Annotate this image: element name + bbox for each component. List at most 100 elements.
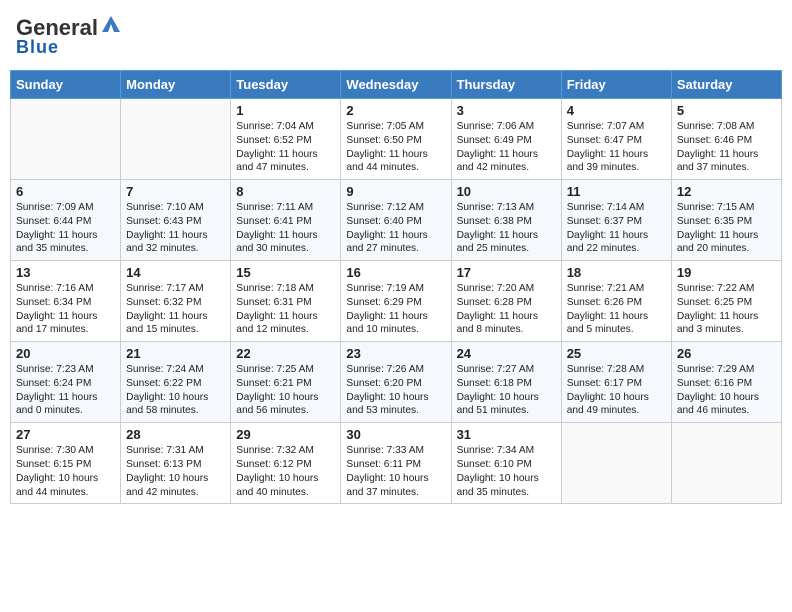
day-number: 10 (457, 184, 556, 199)
day-number: 15 (236, 265, 335, 280)
calendar-cell: 14 Sunrise: 7:17 AMSunset: 6:32 PMDayligh… (121, 261, 231, 342)
day-number: 20 (16, 346, 115, 361)
logo: General Blue (16, 14, 122, 58)
day-number: 12 (677, 184, 776, 199)
day-header-thursday: Thursday (451, 71, 561, 99)
calendar-cell: 31 Sunrise: 7:34 AMSunset: 6:10 PMDayligh… (451, 423, 561, 504)
day-details: Sunrise: 7:08 AMSunset: 6:46 PMDaylight:… (677, 120, 776, 175)
calendar-cell: 2 Sunrise: 7:05 AMSunset: 6:50 PMDaylight… (341, 99, 451, 180)
calendar-cell: 15 Sunrise: 7:18 AMSunset: 6:31 PMDayligh… (231, 261, 341, 342)
day-number: 30 (346, 427, 445, 442)
day-header-tuesday: Tuesday (231, 71, 341, 99)
calendar-cell: 22Sunrise: 7:25 AMSunset: 6:21 PMDayligh… (231, 342, 341, 423)
day-details: Sunrise: 7:22 AMSunset: 6:25 PMDaylight:… (677, 282, 776, 337)
calendar-cell: 29 Sunrise: 7:32 AMSunset: 6:12 PMDayligh… (231, 423, 341, 504)
calendar-cell: 4 Sunrise: 7:07 AMSunset: 6:47 PMDaylight… (561, 99, 671, 180)
day-details: Sunrise: 7:05 AMSunset: 6:50 PMDaylight:… (346, 120, 445, 175)
day-details: Sunrise: 7:18 AMSunset: 6:31 PMDaylight:… (236, 282, 335, 337)
day-number: 25 (567, 346, 666, 361)
day-number: 17 (457, 265, 556, 280)
calendar-cell: 28 Sunrise: 7:31 AMSunset: 6:13 PMDayligh… (121, 423, 231, 504)
day-number: 3 (457, 103, 556, 118)
day-number: 19 (677, 265, 776, 280)
day-details: Sunrise: 7:17 AMSunset: 6:32 PMDaylight:… (126, 282, 225, 337)
calendar-cell: 24 Sunrise: 7:27 AMSunset: 6:18 PMDayligh… (451, 342, 561, 423)
calendar-cell (671, 423, 781, 504)
day-details: Sunrise: 7:31 AMSunset: 6:13 PMDaylight:… (126, 444, 225, 499)
day-number: 24 (457, 346, 556, 361)
calendar-cell: 8 Sunrise: 7:11 AMSunset: 6:41 PMDaylight… (231, 180, 341, 261)
day-number: 11 (567, 184, 666, 199)
day-details: Sunrise: 7:09 AMSunset: 6:44 PMDaylight:… (16, 201, 115, 256)
calendar-cell: 1 Sunrise: 7:04 AMSunset: 6:52 PMDaylight… (231, 99, 341, 180)
day-header-friday: Friday (561, 71, 671, 99)
day-number: 14 (126, 265, 225, 280)
day-header-wednesday: Wednesday (341, 71, 451, 99)
day-number: 9 (346, 184, 445, 199)
day-details: Sunrise: 7:11 AMSunset: 6:41 PMDaylight:… (236, 201, 335, 256)
calendar-cell: 13Sunrise: 7:16 AMSunset: 6:34 PMDayligh… (11, 261, 121, 342)
page-header: General Blue (10, 10, 782, 62)
calendar-cell: 5 Sunrise: 7:08 AMSunset: 6:46 PMDaylight… (671, 99, 781, 180)
day-details: Sunrise: 7:19 AMSunset: 6:29 PMDaylight:… (346, 282, 445, 337)
calendar-table: SundayMondayTuesdayWednesdayThursdayFrid… (10, 70, 782, 504)
day-details: Sunrise: 7:34 AMSunset: 6:10 PMDaylight:… (457, 444, 556, 499)
day-number: 16 (346, 265, 445, 280)
day-details: Sunrise: 7:30 AMSunset: 6:15 PMDaylight:… (16, 444, 115, 499)
day-header-monday: Monday (121, 71, 231, 99)
day-number: 31 (457, 427, 556, 442)
day-number: 8 (236, 184, 335, 199)
calendar-cell: 30 Sunrise: 7:33 AMSunset: 6:11 PMDayligh… (341, 423, 451, 504)
day-number: 18 (567, 265, 666, 280)
calendar-cell: 27Sunrise: 7:30 AMSunset: 6:15 PMDayligh… (11, 423, 121, 504)
day-number: 29 (236, 427, 335, 442)
day-details: Sunrise: 7:10 AMSunset: 6:43 PMDaylight:… (126, 201, 225, 256)
day-header-saturday: Saturday (671, 71, 781, 99)
calendar-cell: 23 Sunrise: 7:26 AMSunset: 6:20 PMDayligh… (341, 342, 451, 423)
day-number: 28 (126, 427, 225, 442)
calendar-cell (121, 99, 231, 180)
calendar-week-2: 6Sunrise: 7:09 AMSunset: 6:44 PMDaylight… (11, 180, 782, 261)
day-number: 7 (126, 184, 225, 199)
calendar-cell: 10 Sunrise: 7:13 AMSunset: 6:38 PMDayligh… (451, 180, 561, 261)
day-number: 26 (677, 346, 776, 361)
calendar-week-5: 27Sunrise: 7:30 AMSunset: 6:15 PMDayligh… (11, 423, 782, 504)
calendar-header-row: SundayMondayTuesdayWednesdayThursdayFrid… (11, 71, 782, 99)
day-details: Sunrise: 7:15 AMSunset: 6:35 PMDaylight:… (677, 201, 776, 256)
day-number: 13 (16, 265, 115, 280)
day-details: Sunrise: 7:07 AMSunset: 6:47 PMDaylight:… (567, 120, 666, 175)
calendar-cell: 3 Sunrise: 7:06 AMSunset: 6:49 PMDaylight… (451, 99, 561, 180)
calendar-cell: 20 Sunrise: 7:23 AMSunset: 6:24 PMDayligh… (11, 342, 121, 423)
calendar-cell (561, 423, 671, 504)
day-details: Sunrise: 7:29 AMSunset: 6:16 PMDaylight:… (677, 363, 776, 418)
day-number: 1 (236, 103, 335, 118)
calendar-cell: 16 Sunrise: 7:19 AMSunset: 6:29 PMDayligh… (341, 261, 451, 342)
calendar-cell: 19 Sunrise: 7:22 AMSunset: 6:25 PMDayligh… (671, 261, 781, 342)
calendar-cell: 6Sunrise: 7:09 AMSunset: 6:44 PMDaylight… (11, 180, 121, 261)
calendar-week-1: 1 Sunrise: 7:04 AMSunset: 6:52 PMDaylight… (11, 99, 782, 180)
day-number: 5 (677, 103, 776, 118)
logo-icon (100, 14, 122, 41)
calendar-cell: 25 Sunrise: 7:28 AMSunset: 6:17 PMDayligh… (561, 342, 671, 423)
calendar-week-3: 13Sunrise: 7:16 AMSunset: 6:34 PMDayligh… (11, 261, 782, 342)
calendar-cell: 21Sunrise: 7:24 AMSunset: 6:22 PMDayligh… (121, 342, 231, 423)
calendar-cell: 9Sunrise: 7:12 AMSunset: 6:40 PMDaylight… (341, 180, 451, 261)
day-details: Sunrise: 7:27 AMSunset: 6:18 PMDaylight:… (457, 363, 556, 418)
day-details: Sunrise: 7:28 AMSunset: 6:17 PMDaylight:… (567, 363, 666, 418)
day-number: 4 (567, 103, 666, 118)
day-details: Sunrise: 7:26 AMSunset: 6:20 PMDaylight:… (346, 363, 445, 418)
calendar-cell: 17Sunrise: 7:20 AMSunset: 6:28 PMDayligh… (451, 261, 561, 342)
day-number: 21 (126, 346, 225, 361)
day-details: Sunrise: 7:23 AMSunset: 6:24 PMDaylight:… (16, 363, 115, 418)
day-details: Sunrise: 7:04 AMSunset: 6:52 PMDaylight:… (236, 120, 335, 175)
calendar-week-4: 20 Sunrise: 7:23 AMSunset: 6:24 PMDayligh… (11, 342, 782, 423)
day-details: Sunrise: 7:06 AMSunset: 6:49 PMDaylight:… (457, 120, 556, 175)
day-details: Sunrise: 7:33 AMSunset: 6:11 PMDaylight:… (346, 444, 445, 499)
day-header-sunday: Sunday (11, 71, 121, 99)
day-details: Sunrise: 7:25 AMSunset: 6:21 PMDaylight:… (236, 363, 335, 418)
day-number: 2 (346, 103, 445, 118)
calendar-cell: 26 Sunrise: 7:29 AMSunset: 6:16 PMDayligh… (671, 342, 781, 423)
day-details: Sunrise: 7:13 AMSunset: 6:38 PMDaylight:… (457, 201, 556, 256)
day-number: 23 (346, 346, 445, 361)
day-details: Sunrise: 7:32 AMSunset: 6:12 PMDaylight:… (236, 444, 335, 499)
